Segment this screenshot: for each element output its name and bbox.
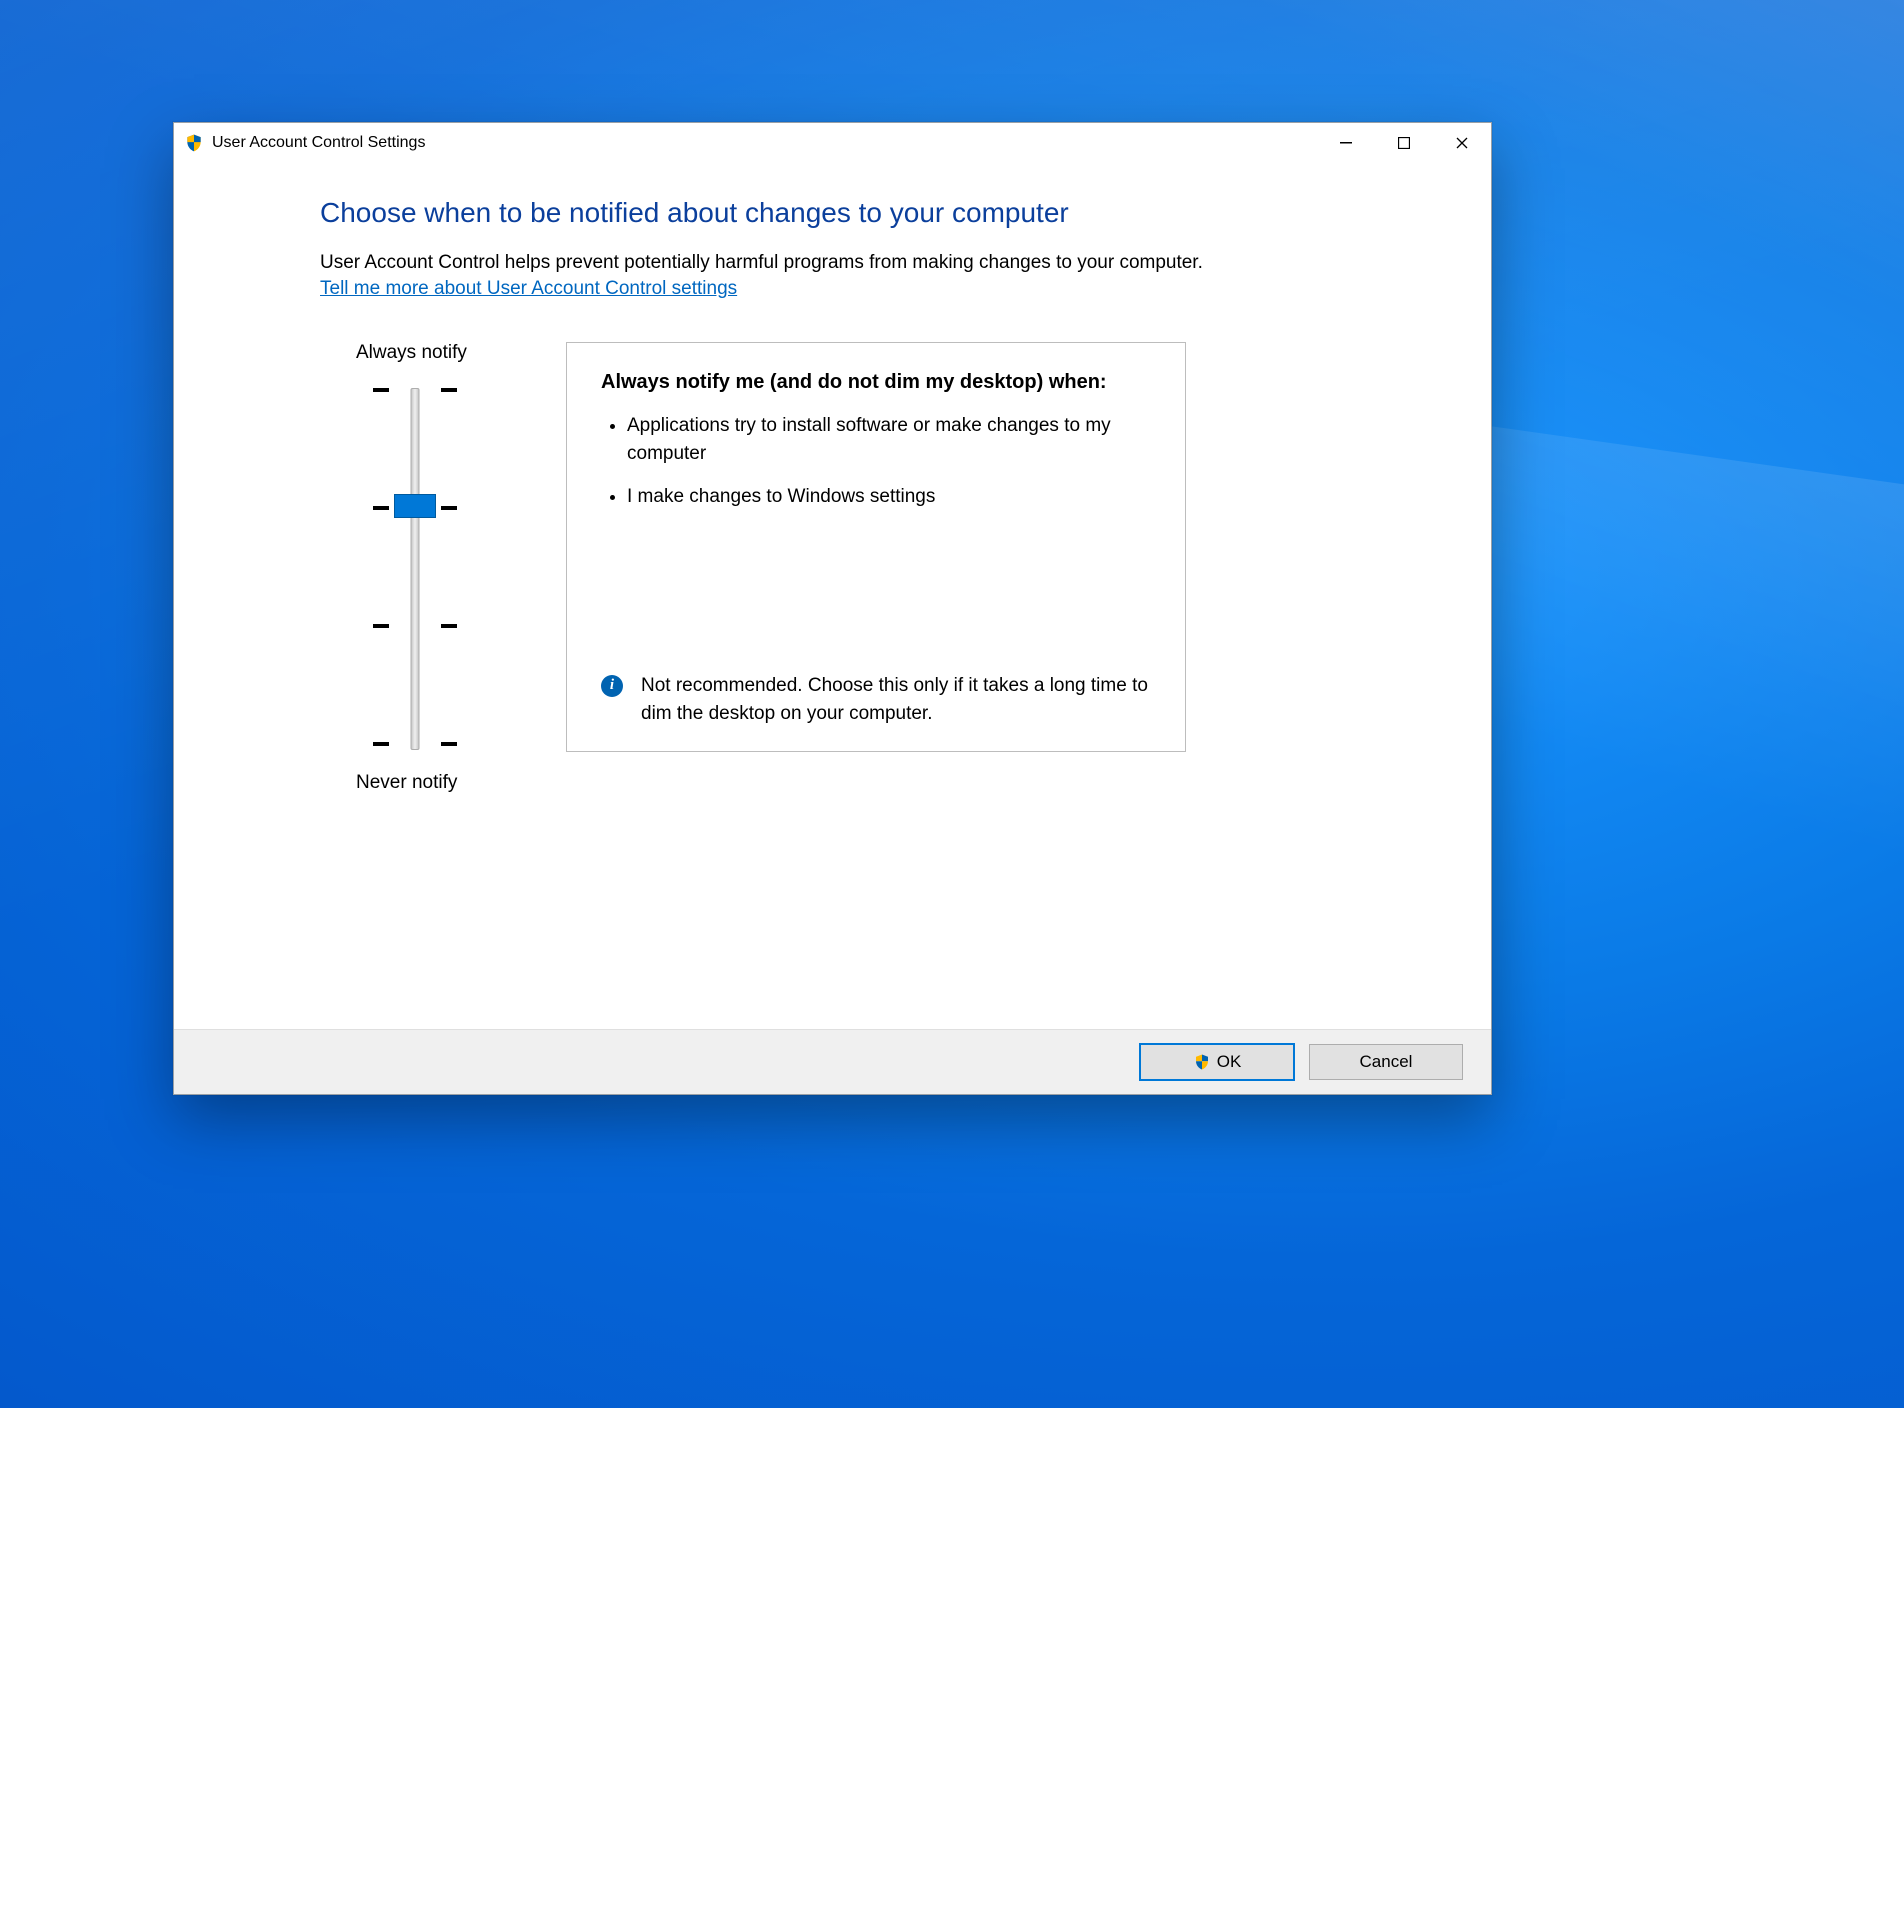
titlebar[interactable]: User Account Control Settings bbox=[174, 123, 1491, 163]
page-heading: Choose when to be notified about changes… bbox=[320, 197, 1427, 229]
panel-note: i Not recommended. Choose this only if i… bbox=[601, 642, 1151, 729]
panel-title: Always notify me (and do not dim my desk… bbox=[601, 371, 1151, 394]
slider-track[interactable] bbox=[373, 388, 457, 748]
button-bar: OK Cancel bbox=[174, 1029, 1491, 1094]
info-icon: i bbox=[601, 675, 623, 697]
panel-bullet: I make changes to Windows settings bbox=[627, 483, 1151, 512]
cancel-button-label: Cancel bbox=[1360, 1052, 1413, 1072]
window-title: User Account Control Settings bbox=[212, 134, 425, 152]
ok-button-label: OK bbox=[1217, 1052, 1242, 1072]
notification-info-panel: Always notify me (and do not dim my desk… bbox=[566, 342, 1186, 752]
maximize-button[interactable] bbox=[1375, 123, 1433, 163]
page-description: User Account Control helps prevent poten… bbox=[320, 249, 1427, 278]
cancel-button[interactable]: Cancel bbox=[1309, 1044, 1463, 1080]
shield-icon bbox=[184, 133, 204, 153]
panel-bullet: Applications try to install software or … bbox=[627, 412, 1151, 469]
ok-button[interactable]: OK bbox=[1139, 1043, 1295, 1081]
slider-label-never: Never notify bbox=[356, 772, 457, 794]
close-button[interactable] bbox=[1433, 123, 1491, 163]
notification-slider: Always notify Never notify bbox=[320, 342, 510, 794]
content-area: Choose when to be notified about changes… bbox=[174, 163, 1491, 1029]
slider-label-always: Always notify bbox=[356, 342, 467, 364]
uac-settings-window: User Account Control Settings Choose whe… bbox=[173, 122, 1492, 1095]
minimize-button[interactable] bbox=[1317, 123, 1375, 163]
panel-note-text: Not recommended. Choose this only if it … bbox=[641, 672, 1151, 729]
panel-bullet-list: Applications try to install software or … bbox=[627, 412, 1151, 526]
slider-thumb[interactable] bbox=[394, 494, 436, 518]
shield-icon bbox=[1193, 1053, 1211, 1071]
help-link[interactable]: Tell me more about User Account Control … bbox=[320, 278, 737, 299]
